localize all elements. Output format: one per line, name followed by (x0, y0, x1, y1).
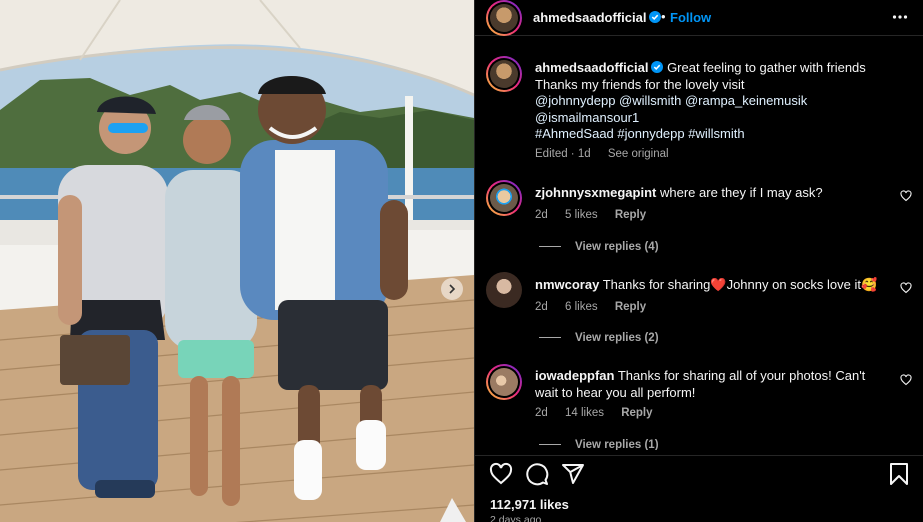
author-username[interactable]: ahmedsaadofficial (533, 10, 662, 25)
caption-text: ahmedsaadofficial Great feeling to gathe… (535, 60, 885, 143)
commenter-avatar[interactable] (486, 272, 522, 308)
comment-username[interactable]: iowadeppfan (535, 368, 614, 383)
header-separator: • (661, 9, 666, 24)
comment-time: 2d (535, 407, 548, 419)
caption-edited: Edited · 1d (535, 148, 591, 160)
view-replies-button[interactable]: View replies (4) (539, 241, 659, 253)
caption-line-3[interactable]: @johnnydepp @willsmith @rampa_keinemusik (535, 93, 807, 108)
comment-content: where are they if I may ask? (659, 185, 823, 200)
share-icon[interactable] (561, 462, 585, 486)
comments-section[interactable]: ahmedsaadofficial Great feeling to gathe… (475, 44, 923, 450)
comment-meta: 2d 5 likes Reply (535, 209, 660, 221)
comment-meta: 2d 14 likes Reply (535, 407, 667, 419)
author-username-text[interactable]: ahmedsaadofficial (533, 10, 646, 25)
caption-line-2: Thanks my friends for the lovely visit (535, 76, 745, 92)
comment-time: 2d (535, 301, 548, 313)
heart-icon[interactable] (900, 190, 912, 202)
chevron-right-icon (449, 284, 456, 294)
comment-time: 2d (535, 209, 548, 221)
reply-button[interactable]: Reply (621, 407, 652, 419)
reply-button[interactable]: Reply (615, 301, 646, 313)
photo-illustration (0, 0, 474, 522)
heart-icon[interactable] (900, 374, 912, 386)
comment-likes[interactable]: 5 likes (565, 209, 598, 221)
comment-meta: 2d 6 likes Reply (535, 301, 660, 313)
comment-content-end: Johnny on socks love it (726, 277, 861, 292)
follow-button[interactable]: Follow (670, 10, 711, 25)
view-replies-button[interactable]: View replies (2) (539, 332, 659, 344)
caption-line-5[interactable]: #AhmedSaad #jonnydepp #willsmith (535, 126, 745, 141)
post-details-panel: ahmedsaadofficial • Follow ahmedsaadoffi… (474, 0, 923, 522)
more-options-icon[interactable] (892, 9, 908, 25)
replies-line (539, 246, 561, 248)
replies-line (539, 337, 561, 339)
view-replies-label[interactable]: View replies (2) (575, 332, 659, 344)
see-original-link[interactable]: See original (608, 148, 669, 160)
comment-likes[interactable]: 14 likes (565, 407, 604, 419)
caption-line-4[interactable]: @ismailmansour1 (535, 110, 639, 125)
post-time: 2 days ago (490, 514, 542, 522)
replies-line (539, 444, 561, 446)
view-replies-label[interactable]: View replies (4) (575, 241, 659, 253)
action-bar (475, 455, 923, 489)
commenter-avatar[interactable] (486, 364, 522, 400)
comment-likes[interactable]: 6 likes (565, 301, 598, 313)
caption-author-avatar[interactable] (486, 56, 522, 92)
caption-meta: Edited · 1d See original (535, 148, 683, 160)
comment-username[interactable]: nmwcoray (535, 277, 599, 292)
smiling-hearts-emoji: 🥰 (860, 277, 878, 292)
comment-text: nmwcoray Thanks for sharing❤️Johnny on s… (535, 277, 885, 294)
view-replies-label[interactable]: View replies (1) (575, 439, 659, 450)
caption-line-1: Great feeling to gather with friends (667, 60, 866, 75)
reply-button[interactable]: Reply (615, 209, 646, 221)
author-avatar[interactable] (486, 0, 522, 36)
comment-content-start: Thanks for sharing (602, 277, 711, 292)
post-photo[interactable] (0, 0, 474, 522)
comment-icon[interactable] (525, 462, 549, 486)
heart-icon[interactable] (489, 462, 513, 486)
heart-icon[interactable] (900, 282, 912, 294)
heart-emoji: ❤️ (710, 277, 727, 292)
verified-badge-icon (651, 61, 664, 73)
next-photo-button[interactable] (441, 278, 463, 300)
verified-badge-icon (649, 11, 662, 23)
caption-username[interactable]: ahmedsaadofficial (535, 60, 648, 75)
bookmark-icon[interactable] (888, 462, 910, 486)
commenter-avatar[interactable] (486, 180, 522, 216)
comment-username[interactable]: zjohnnysxmegapint (535, 185, 656, 200)
view-replies-button[interactable]: View replies (1) (539, 439, 659, 450)
likes-count[interactable]: 112,971 likes (490, 497, 569, 512)
comment-text: iowadeppfan Thanks for sharing all of yo… (535, 368, 880, 401)
comment-text: zjohnnysxmegapint where are they if I ma… (535, 185, 885, 202)
post-header: ahmedsaadofficial • Follow (475, 0, 923, 36)
